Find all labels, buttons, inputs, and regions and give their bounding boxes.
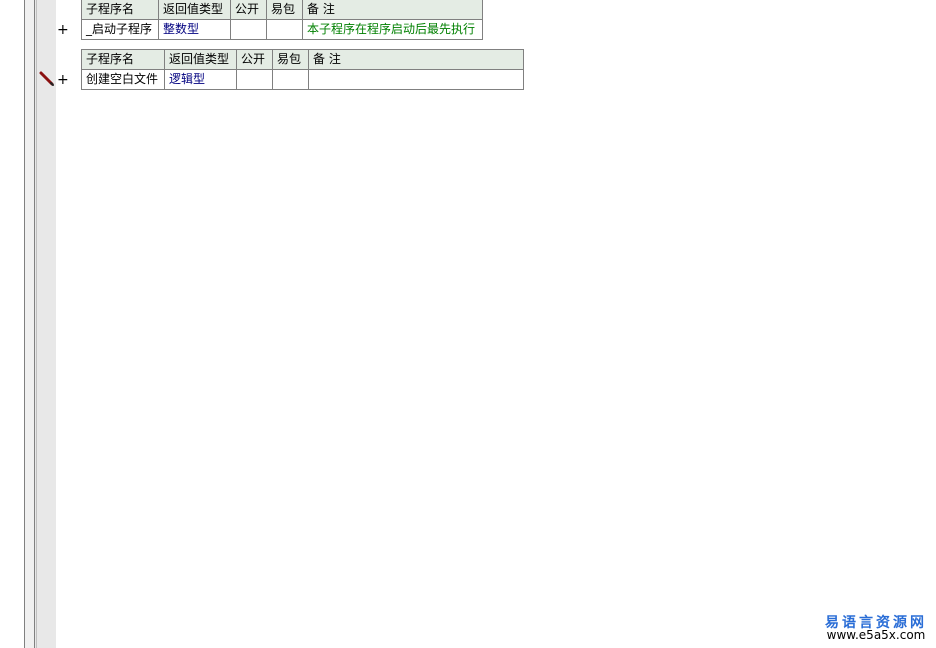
gutter-left-margin [0, 0, 24, 648]
subroutine-name-cell[interactable]: 创建空白文件 [81, 69, 165, 90]
public-cell[interactable] [236, 69, 273, 90]
subroutine-table: 子程序名 返回值类型 公开 易包 备 注 创建空白文件 逻辑型 [81, 49, 524, 90]
table-header-row: 子程序名 返回值类型 公开 易包 备 注 [81, 49, 524, 70]
return-type-cell[interactable]: 整数型 [158, 19, 231, 40]
gutter-band [25, 0, 34, 648]
table-row[interactable]: 创建空白文件 逻辑型 [81, 69, 524, 90]
header-return-type: 返回值类型 [158, 0, 231, 20]
gutter-marker-column [35, 0, 56, 648]
note-cell[interactable]: 本子程序在程序启动后最先执行 [302, 19, 483, 40]
public-cell[interactable] [230, 19, 267, 40]
subroutine-name-cell[interactable]: _启动子程序 [81, 19, 159, 40]
note-cell[interactable] [308, 69, 524, 90]
header-return-type: 返回值类型 [164, 49, 237, 70]
header-note: 备 注 [302, 0, 483, 20]
header-easy-package: 易包 [266, 0, 303, 20]
header-subroutine-name: 子程序名 [81, 0, 159, 20]
expand-subroutine-toggle[interactable]: + [57, 73, 69, 87]
subroutine-table: 子程序名 返回值类型 公开 易包 备 注 _启动子程序 整数型 本子程序在程序启… [81, 0, 483, 40]
easy-package-cell[interactable] [272, 69, 309, 90]
header-public: 公开 [236, 49, 273, 70]
return-type-cell[interactable]: 逻辑型 [164, 69, 237, 90]
easy-package-cell[interactable] [266, 19, 303, 40]
expand-subroutine-toggle[interactable]: + [57, 23, 69, 37]
pencil-icon [39, 71, 54, 86]
watermark-url: www.e5a5x.com [826, 628, 926, 642]
header-public: 公开 [230, 0, 267, 20]
gutter-divider [36, 0, 37, 648]
table-row[interactable]: _启动子程序 整数型 本子程序在程序启动后最先执行 [81, 19, 483, 40]
header-note: 备 注 [308, 49, 524, 70]
header-subroutine-name: 子程序名 [81, 49, 165, 70]
table-header-row: 子程序名 返回值类型 公开 易包 备 注 [81, 0, 483, 20]
header-easy-package: 易包 [272, 49, 309, 70]
